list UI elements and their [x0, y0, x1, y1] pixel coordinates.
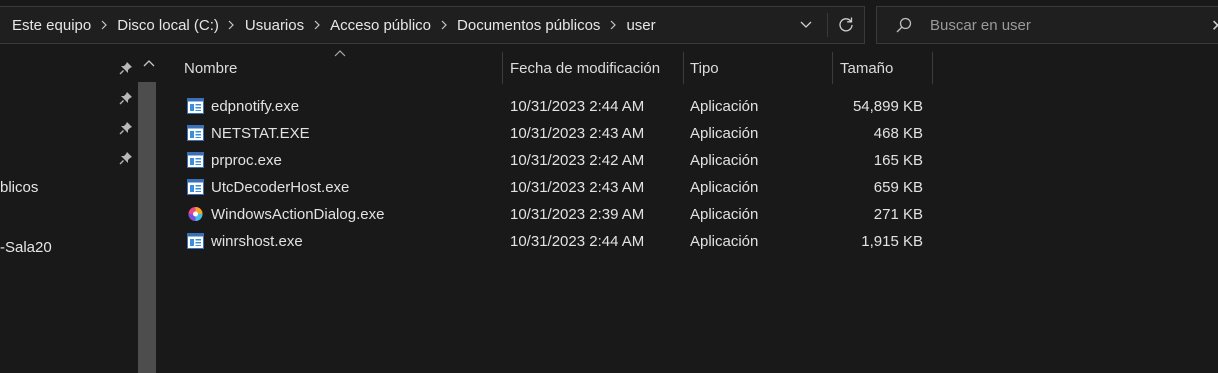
search-input[interactable]: [928, 15, 1182, 35]
file-name[interactable]: winrshost.exe: [211, 228, 303, 255]
file-name[interactable]: NETSTAT.EXE: [211, 120, 310, 147]
file-size: 1,915 KB: [861, 233, 923, 250]
sort-ascending-icon: [334, 50, 346, 58]
pin-icon[interactable]: [118, 150, 134, 166]
scrollbar-thumb[interactable]: [138, 82, 156, 373]
close-icon[interactable]: ✕: [1211, 16, 1218, 36]
app-window-icon: [187, 98, 204, 114]
file-size: 271 KB: [873, 206, 923, 223]
column-divider[interactable]: [932, 52, 933, 84]
column-divider[interactable]: [683, 52, 684, 84]
file-row[interactable]: UtcDecoderHost.exe 10/31/2023 2:43 AM Ap…: [160, 174, 940, 201]
file-explorer-window: Este equipo Disco local (C:) Usuarios Ac…: [0, 0, 1218, 373]
nav-scrollbar[interactable]: [138, 50, 160, 373]
app-window-icon: [187, 125, 204, 141]
file-list: Nombre Fecha de modificación Tipo Tamaño…: [160, 50, 1218, 373]
chevron-right-icon[interactable]: [219, 20, 245, 30]
column-divider[interactable]: [832, 52, 833, 84]
breadcrumb: Este equipo Disco local (C:) Usuarios Ac…: [0, 7, 656, 43]
chevron-right-icon[interactable]: [304, 20, 330, 30]
chevron-right-icon[interactable]: [91, 20, 117, 30]
app-window-icon: [187, 152, 204, 168]
chevron-down-icon[interactable]: [793, 7, 819, 43]
breadcrumb-item-disco-local[interactable]: Disco local (C:): [117, 17, 219, 34]
file-row[interactable]: edpnotify.exe 10/31/2023 2:44 AM Aplicac…: [160, 93, 940, 120]
file-modified: 10/31/2023 2:44 AM: [510, 233, 645, 250]
file-size: 659 KB: [873, 179, 923, 196]
app-window-icon: [187, 233, 204, 249]
file-row[interactable]: prproc.exe 10/31/2023 2:42 AM Aplicación…: [160, 147, 940, 174]
address-divider: [827, 13, 828, 37]
file-type: Aplicación: [690, 98, 759, 115]
file-type: Aplicación: [690, 179, 759, 196]
breadcrumb-item-este-equipo[interactable]: Este equipo: [12, 17, 91, 34]
address-bar[interactable]: Este equipo Disco local (C:) Usuarios Ac…: [0, 6, 865, 44]
app-window-icon: [187, 179, 204, 195]
file-name[interactable]: prproc.exe: [211, 147, 282, 174]
pin-icon[interactable]: [118, 90, 134, 106]
chevron-right-icon[interactable]: [600, 20, 626, 30]
file-type: Aplicación: [690, 206, 759, 223]
file-name[interactable]: WindowsActionDialog.exe: [211, 201, 384, 228]
file-modified: 10/31/2023 2:42 AM: [510, 152, 645, 169]
pin-icon[interactable]: [118, 60, 134, 76]
breadcrumb-item-acceso-publico[interactable]: Acceso público: [330, 17, 431, 34]
file-row[interactable]: NETSTAT.EXE 10/31/2023 2:43 AM Aplicació…: [160, 120, 940, 147]
file-size: 468 KB: [873, 125, 923, 142]
color-wheel-icon: [188, 207, 203, 221]
refresh-icon[interactable]: [832, 7, 860, 43]
file-size: 165 KB: [873, 152, 923, 169]
navigation-pane: blicos -Sala20: [0, 50, 160, 373]
file-size: 54,899 KB: [852, 98, 923, 115]
chevron-up-icon[interactable]: [143, 58, 155, 68]
column-header-size[interactable]: Tamaño: [840, 52, 893, 84]
breadcrumb-item-documentos-publicos[interactable]: Documentos públicos: [457, 17, 600, 34]
file-name[interactable]: UtcDecoderHost.exe: [211, 174, 349, 201]
file-type: Aplicación: [690, 125, 759, 142]
file-row[interactable]: WindowsActionDialog.exe 10/31/2023 2:39 …: [160, 201, 940, 228]
search-box[interactable]: ✕: [876, 6, 1218, 44]
file-name[interactable]: edpnotify.exe: [211, 93, 299, 120]
file-modified: 10/31/2023 2:43 AM: [510, 125, 645, 142]
nav-item-sala20[interactable]: -Sala20: [0, 239, 52, 256]
column-header-name[interactable]: Nombre: [184, 52, 237, 84]
file-type: Aplicación: [690, 152, 759, 169]
pin-icon[interactable]: [118, 120, 134, 136]
file-modified: 10/31/2023 2:44 AM: [510, 98, 645, 115]
file-modified: 10/31/2023 2:43 AM: [510, 179, 645, 196]
file-type: Aplicación: [690, 233, 759, 250]
nav-item-documentos-publicos[interactable]: blicos: [0, 179, 38, 196]
chevron-right-icon[interactable]: [431, 20, 457, 30]
column-divider[interactable]: [502, 52, 503, 84]
column-header-type[interactable]: Tipo: [690, 52, 719, 84]
file-row[interactable]: winrshost.exe 10/31/2023 2:44 AM Aplicac…: [160, 228, 940, 255]
breadcrumb-item-usuarios[interactable]: Usuarios: [245, 17, 304, 34]
search-icon: [895, 16, 913, 34]
breadcrumb-item-user[interactable]: user: [626, 17, 655, 34]
file-modified: 10/31/2023 2:39 AM: [510, 206, 645, 223]
column-header-modified[interactable]: Fecha de modificación: [510, 52, 660, 84]
